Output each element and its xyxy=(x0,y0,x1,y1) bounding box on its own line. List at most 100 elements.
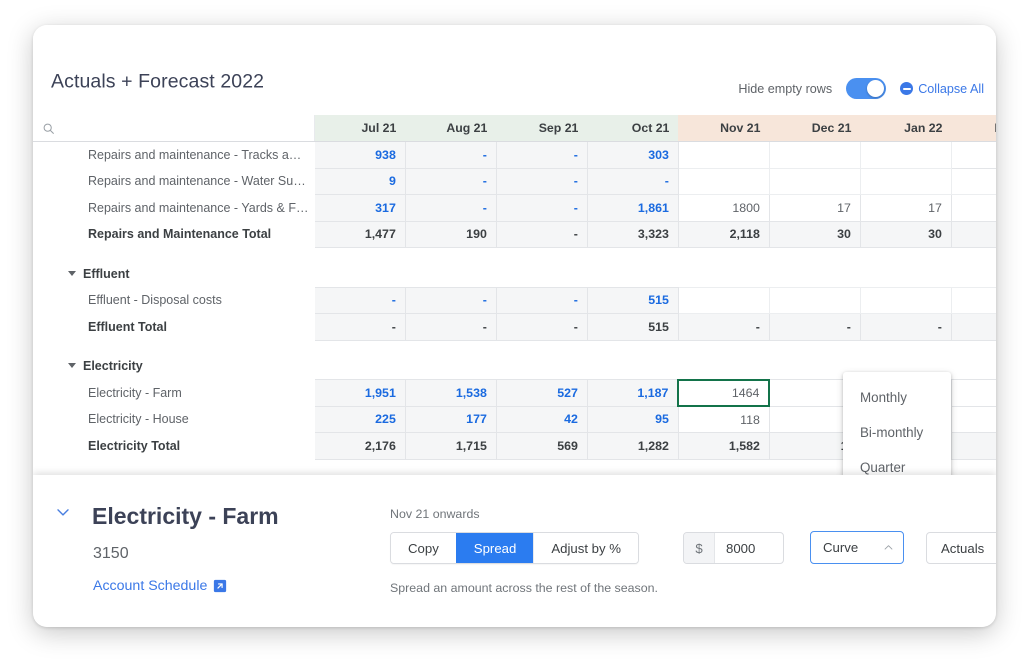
grid-cell[interactable]: 17 xyxy=(769,195,860,222)
caret-down-icon[interactable] xyxy=(68,271,76,276)
grid-cell[interactable] xyxy=(405,353,496,380)
grid-cell[interactable]: 317 xyxy=(314,195,405,222)
grid-cell[interactable] xyxy=(860,142,951,169)
grid-cell[interactable] xyxy=(678,261,769,288)
row-label-cell[interactable]: Electricity xyxy=(33,353,314,380)
grid-cell[interactable]: 1,538 xyxy=(405,380,496,407)
grid-cell[interactable] xyxy=(678,168,769,195)
grid-cell[interactable]: - xyxy=(860,314,951,341)
row-label-cell[interactable]: Effluent Total xyxy=(33,314,314,341)
grid-cell[interactable]: 515 xyxy=(587,314,678,341)
caret-down-icon[interactable] xyxy=(68,363,76,368)
table-row[interactable]: Effluent Total---515--- xyxy=(33,314,996,341)
grid-cell[interactable]: - xyxy=(496,168,587,195)
grid-cell[interactable]: - xyxy=(405,287,496,314)
grid-cell[interactable]: - xyxy=(405,168,496,195)
grid-cell[interactable]: 938 xyxy=(314,142,405,169)
grid-cell[interactable]: 1,477 xyxy=(314,221,405,248)
collapse-panel-chevron-down-icon[interactable] xyxy=(53,502,73,522)
grid-column-header[interactable]: Aug 21 xyxy=(405,115,496,142)
grid-cell[interactable] xyxy=(769,261,860,288)
grid-column-header[interactable]: Sep 21 xyxy=(496,115,587,142)
search-input[interactable] xyxy=(62,120,272,136)
mode-segmented-control[interactable]: CopySpreadAdjust by % xyxy=(390,532,639,564)
curve-select[interactable]: Curve xyxy=(810,531,904,564)
table-row[interactable]: Repairs and Maintenance Total1,477190-3,… xyxy=(33,221,996,248)
collapse-all-button[interactable]: Collapse All xyxy=(900,82,984,96)
grid-cell[interactable]: 49 xyxy=(951,195,996,222)
grid-cell[interactable]: - xyxy=(587,168,678,195)
row-label-cell[interactable]: Effluent - Disposal costs xyxy=(33,287,314,314)
grid-cell[interactable]: - xyxy=(769,314,860,341)
grid-cell[interactable]: 19 xyxy=(951,406,996,433)
grid-cell[interactable] xyxy=(678,353,769,380)
grid-cell[interactable] xyxy=(769,142,860,169)
grid-cell[interactable]: 80 xyxy=(951,433,996,460)
grid-cell[interactable]: 30 xyxy=(860,221,951,248)
grid-cell[interactable]: - xyxy=(496,195,587,222)
amount-field[interactable]: $ xyxy=(683,532,784,564)
row-label-cell[interactable]: Electricity - House xyxy=(33,406,314,433)
grid-cell[interactable]: 1,861 xyxy=(587,195,678,222)
mode-button[interactable]: Copy xyxy=(391,533,456,563)
grid-cell[interactable]: 1,187 xyxy=(587,380,678,407)
grid-cell[interactable] xyxy=(587,353,678,380)
grid-cell[interactable]: 1,282 xyxy=(587,433,678,460)
grid-cell[interactable]: 303 xyxy=(587,142,678,169)
grid-column-header[interactable]: Feb 22 xyxy=(951,115,996,142)
row-label-cell[interactable]: Repairs and Maintenance Total xyxy=(33,221,314,248)
grid-cell[interactable]: - xyxy=(496,142,587,169)
grid-cell[interactable]: - xyxy=(496,314,587,341)
row-label-cell[interactable]: Electricity - Farm xyxy=(33,380,314,407)
mode-button[interactable]: Adjust by % xyxy=(533,533,638,563)
grid-cell[interactable] xyxy=(860,261,951,288)
grid-cell[interactable] xyxy=(951,314,996,341)
grid-cell[interactable] xyxy=(951,168,996,195)
grid-cell[interactable]: 569 xyxy=(496,433,587,460)
grid-cell[interactable] xyxy=(951,287,996,314)
account-schedule-link[interactable]: Account Schedule xyxy=(93,578,227,594)
grid-cell[interactable]: 9 xyxy=(314,168,405,195)
grid-cell[interactable]: 225 xyxy=(314,406,405,433)
grid-cell[interactable]: - xyxy=(496,221,587,248)
table-row[interactable]: Repairs and maintenance - Water Su…9--- xyxy=(33,168,996,195)
grid-cell[interactable] xyxy=(678,287,769,314)
grid-cell[interactable]: 1,582 xyxy=(678,433,769,460)
grid-cell[interactable] xyxy=(678,142,769,169)
grid-cell[interactable]: 77 xyxy=(951,221,996,248)
grid-cell[interactable]: 61 xyxy=(951,380,996,407)
row-label-cell[interactable]: Electricity Total xyxy=(33,433,314,460)
grid-cell[interactable]: - xyxy=(678,314,769,341)
grid-cell[interactable]: 2,118 xyxy=(678,221,769,248)
grid-cell[interactable] xyxy=(587,261,678,288)
table-row[interactable]: Repairs and maintenance - Tracks a…938--… xyxy=(33,142,996,169)
grid-cell[interactable]: 2,176 xyxy=(314,433,405,460)
search-cell[interactable] xyxy=(33,115,314,142)
grid-cell[interactable]: 515 xyxy=(587,287,678,314)
grid-cell-selected[interactable]: 1464 xyxy=(678,380,769,407)
grid-cell[interactable]: - xyxy=(405,195,496,222)
grid-cell[interactable] xyxy=(860,287,951,314)
grid-cell[interactable] xyxy=(496,353,587,380)
grid-cell[interactable]: - xyxy=(405,314,496,341)
grid-column-header[interactable]: Jul 21 xyxy=(314,115,405,142)
row-label-cell[interactable]: Repairs and maintenance - Yards & F… xyxy=(33,195,314,222)
grid-column-header[interactable]: Oct 21 xyxy=(587,115,678,142)
row-label-cell[interactable]: Effluent xyxy=(33,261,314,288)
grid-cell[interactable]: 177 xyxy=(405,406,496,433)
grid-cell[interactable]: 527 xyxy=(496,380,587,407)
grid-column-header[interactable]: Jan 22 xyxy=(860,115,951,142)
grid-cell[interactable]: 1,951 xyxy=(314,380,405,407)
grid-cell[interactable]: 118 xyxy=(678,406,769,433)
grid-cell[interactable]: 1,715 xyxy=(405,433,496,460)
grid-cell[interactable]: 1800 xyxy=(678,195,769,222)
grid-cell[interactable] xyxy=(314,261,405,288)
grid-cell[interactable] xyxy=(951,353,996,380)
grid-cell[interactable]: - xyxy=(496,287,587,314)
table-row[interactable]: Repairs and maintenance - Yards & F…317-… xyxy=(33,195,996,222)
grid-cell[interactable] xyxy=(769,168,860,195)
hide-empty-rows-toggle[interactable] xyxy=(846,78,886,99)
grid-cell[interactable]: - xyxy=(405,142,496,169)
table-row[interactable]: Effluent - Disposal costs---515 xyxy=(33,287,996,314)
grid-cell[interactable]: - xyxy=(314,287,405,314)
